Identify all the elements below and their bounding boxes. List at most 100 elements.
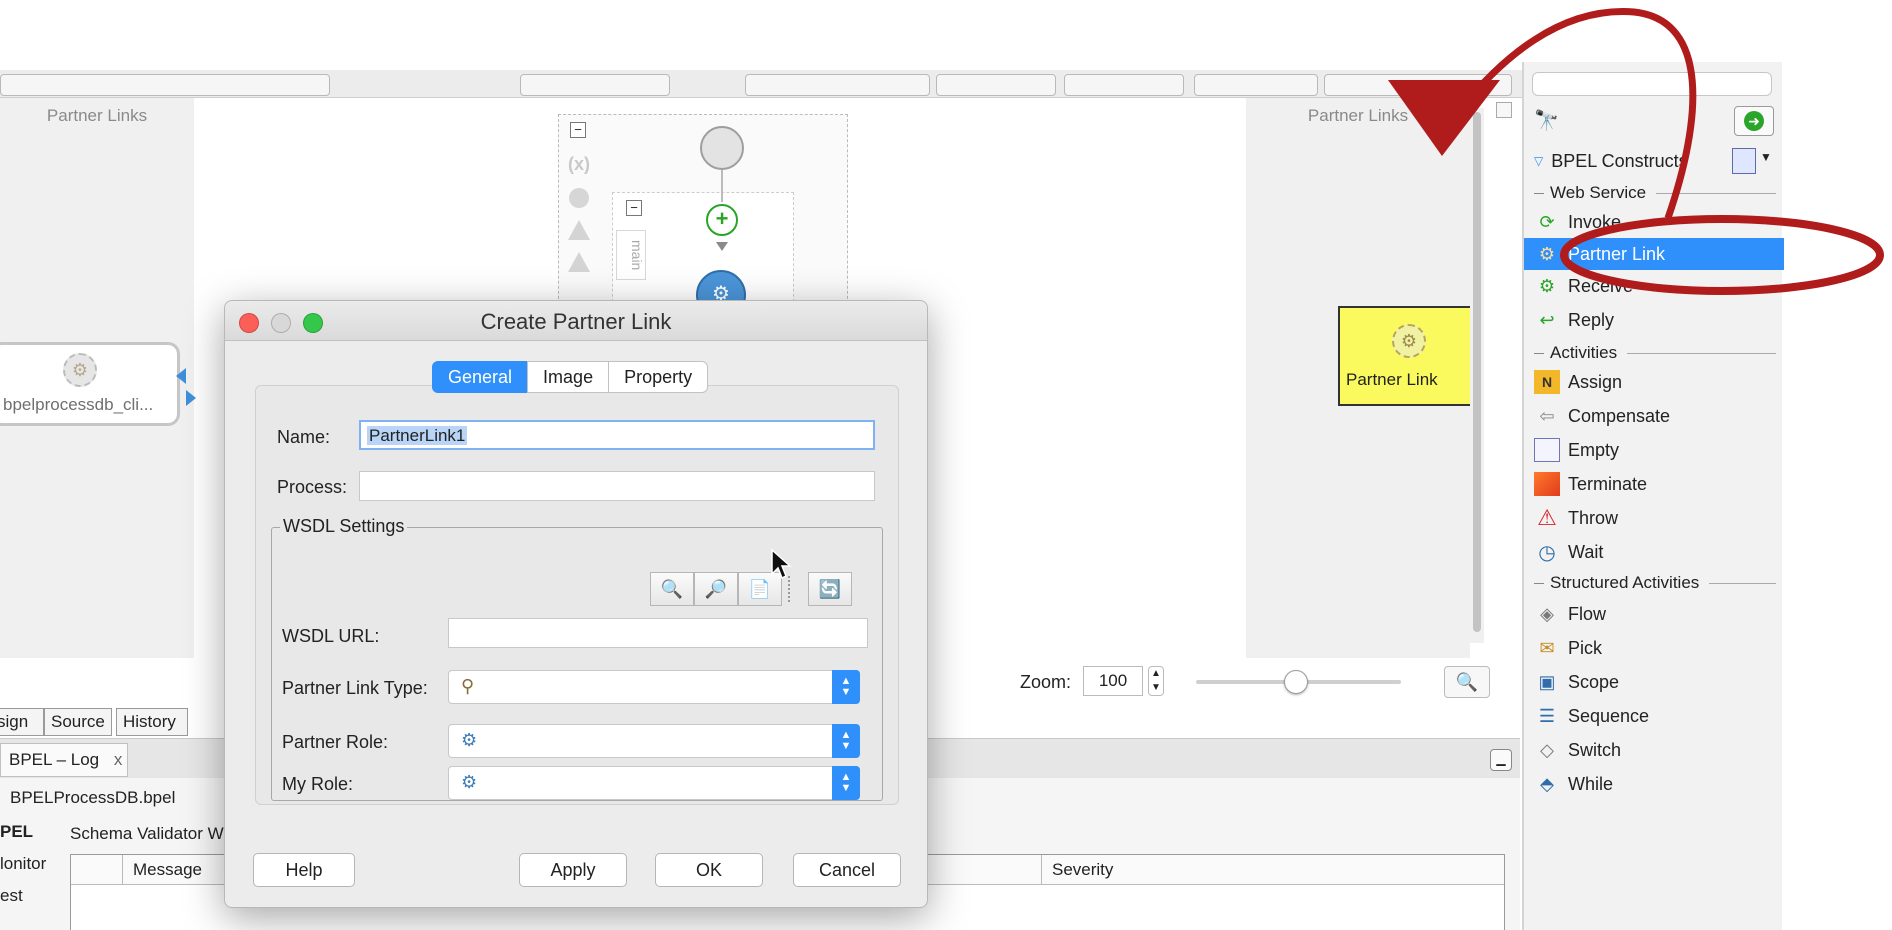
log-tab[interactable]: BPEL – Log x — [0, 743, 128, 777]
toolbar-button[interactable] — [936, 74, 1056, 96]
palette-item-receive[interactable]: ⚙ Receive — [1524, 270, 1784, 302]
process-label: Process: — [277, 477, 348, 497]
combo-arrows-icon[interactable]: ▲ ▼ — [832, 766, 860, 800]
palette-item-scope[interactable]: ▣ Scope — [1524, 666, 1784, 698]
partner-link-type-combo[interactable]: ⚲ ▲ ▼ — [448, 670, 860, 704]
scrollbar-thumb[interactable] — [1473, 112, 1481, 632]
tab-property[interactable]: Property — [608, 361, 709, 393]
section-web-service[interactable]: Web Service — [1524, 180, 1784, 206]
zoom-stepper[interactable]: ▲ ▼ — [1148, 666, 1164, 696]
process-field[interactable] — [359, 471, 875, 501]
refresh-icon[interactable]: 🔄 — [808, 572, 852, 606]
client-partner-link-node[interactable]: ⚙ bpelprocessdb_cli... — [0, 342, 180, 426]
browse-service-icon[interactable]: 🔎 — [694, 572, 738, 606]
tab-history[interactable]: History — [116, 708, 188, 736]
pick-icon: ✉ — [1539, 637, 1555, 658]
partner-role-combo[interactable]: ⚙ ▲ ▼ — [448, 724, 860, 758]
item-label: Flow — [1568, 603, 1607, 624]
toolbar-group[interactable] — [0, 74, 330, 96]
log-tab-label: BPEL – Log — [9, 750, 100, 769]
palette-item-terminate[interactable]: Terminate — [1524, 468, 1784, 500]
palette-item-flow[interactable]: ◈ Flow — [1524, 598, 1784, 630]
event-icon[interactable] — [568, 252, 590, 272]
palette-item-assign[interactable]: N Assign — [1524, 366, 1784, 398]
scope-label: main — [616, 230, 646, 280]
message-column-header[interactable]: Message — [133, 860, 202, 880]
tab-image[interactable]: Image — [527, 361, 610, 393]
receive-icon: ⚙ — [1538, 275, 1556, 296]
help-button[interactable]: Help — [253, 853, 355, 887]
palette-item-partner-link[interactable]: ⚙ Partner Link — [1524, 238, 1784, 270]
new-partner-link-node[interactable]: ⚙ Partner Link — [1338, 306, 1470, 406]
apply-button[interactable]: Apply — [519, 853, 627, 887]
combo-arrows-icon[interactable]: ▲ ▼ — [832, 670, 860, 704]
palette-title: BPEL Constructs — [1551, 150, 1688, 171]
palette-header[interactable]: ▽ BPEL Constructs ▼ — [1534, 146, 1774, 176]
palette-item-pick[interactable]: ✉ Pick — [1524, 632, 1784, 664]
palette-item-sequence[interactable]: ☰ Sequence — [1524, 700, 1784, 732]
toolbar-button[interactable] — [1194, 74, 1318, 96]
dialog-titlebar[interactable]: Create Partner Link — [225, 301, 927, 341]
name-field[interactable]: PartnerLink1 — [359, 420, 875, 450]
ok-button[interactable]: OK — [655, 853, 763, 887]
tab-general[interactable]: General — [432, 361, 529, 393]
section-activities[interactable]: Activities — [1524, 340, 1784, 366]
zoom-fit-icon[interactable]: 🔍 — [1444, 666, 1490, 698]
toolbar-button[interactable] — [1064, 74, 1184, 96]
palette-item-reply[interactable]: ↩ Reply — [1524, 304, 1784, 336]
my-role-combo[interactable]: ⚙ ▲ ▼ — [448, 766, 860, 800]
zoom-slider-knob[interactable] — [1284, 670, 1308, 694]
while-icon: ⬘ — [1540, 773, 1554, 794]
minimize-panel-icon[interactable]: ▁ — [1490, 749, 1512, 771]
fault-icon[interactable] — [568, 220, 590, 240]
item-label: Compensate — [1568, 405, 1671, 426]
log-side-item[interactable]: PEL — [0, 822, 33, 842]
toolbar-search[interactable] — [745, 74, 930, 96]
palette-item-while[interactable]: ⬘ While — [1524, 768, 1784, 800]
zoom-input[interactable]: 100 — [1083, 666, 1143, 696]
corner-toggle-icon[interactable] — [1496, 102, 1512, 118]
tab-source[interactable]: Source — [44, 708, 112, 736]
wsdl-url-field[interactable] — [448, 618, 868, 648]
palette-menu-icon[interactable] — [1732, 148, 1756, 174]
cancel-button[interactable]: Cancel — [793, 853, 901, 887]
port-arrow-icon — [176, 368, 186, 384]
canvas-vertical-scrollbar[interactable] — [1470, 108, 1484, 643]
partner-links-title: Partner Links — [1307, 106, 1409, 125]
palette-search-field[interactable] — [1532, 72, 1772, 96]
chevron-down-icon[interactable]: ▼ — [1760, 150, 1772, 164]
log-side-item[interactable]: est — [0, 886, 23, 906]
collapse-icon[interactable]: − — [626, 200, 642, 216]
handler-icon[interactable] — [569, 188, 589, 208]
section-label: Structured Activities — [1550, 573, 1700, 592]
search-icon[interactable]: 🔍 — [650, 572, 694, 606]
section-structured-activities[interactable]: Structured Activities — [1524, 570, 1784, 596]
close-icon[interactable]: x — [114, 750, 123, 769]
palette-item-wait[interactable]: ◷ Wait — [1524, 536, 1784, 568]
flow-icon: ◈ — [1540, 603, 1554, 624]
start-node-icon[interactable] — [700, 126, 744, 170]
combo-arrows-icon[interactable]: ▲ ▼ — [832, 724, 860, 758]
palette-item-empty[interactable]: Empty — [1524, 434, 1784, 466]
row-index-column — [71, 855, 123, 885]
log-side-item[interactable]: lonitor — [0, 854, 46, 874]
toolbar-button[interactable] — [1324, 74, 1512, 96]
add-activity-icon[interactable]: + — [706, 204, 738, 236]
down-arrow-icon — [716, 242, 728, 251]
binoculars-icon[interactable]: 🔭 — [1534, 108, 1559, 133]
name-value: PartnerLink1 — [367, 426, 468, 445]
severity-column-header[interactable]: Severity — [1041, 855, 1113, 885]
collapse-icon[interactable]: − — [570, 122, 586, 138]
palette-item-invoke[interactable]: ⟳ Invoke — [1524, 206, 1784, 238]
toolbar-group[interactable] — [520, 74, 670, 96]
wait-clock-icon: ◷ — [1538, 541, 1556, 564]
palette-item-switch[interactable]: ◇ Switch — [1524, 734, 1784, 766]
tab-design[interactable]: sign — [0, 708, 44, 736]
palette-item-throw[interactable]: ⚠ Throw — [1524, 502, 1784, 534]
palette-item-compensate[interactable]: ⇦ Compensate — [1524, 400, 1784, 432]
go-button[interactable]: ➜ — [1734, 106, 1774, 136]
item-label: Assign — [1568, 371, 1623, 392]
variables-icon[interactable]: (x) — [568, 154, 590, 175]
zoom-label: Zoom: — [1020, 672, 1072, 692]
expand-triangle-icon[interactable]: ▽ — [1534, 154, 1543, 168]
